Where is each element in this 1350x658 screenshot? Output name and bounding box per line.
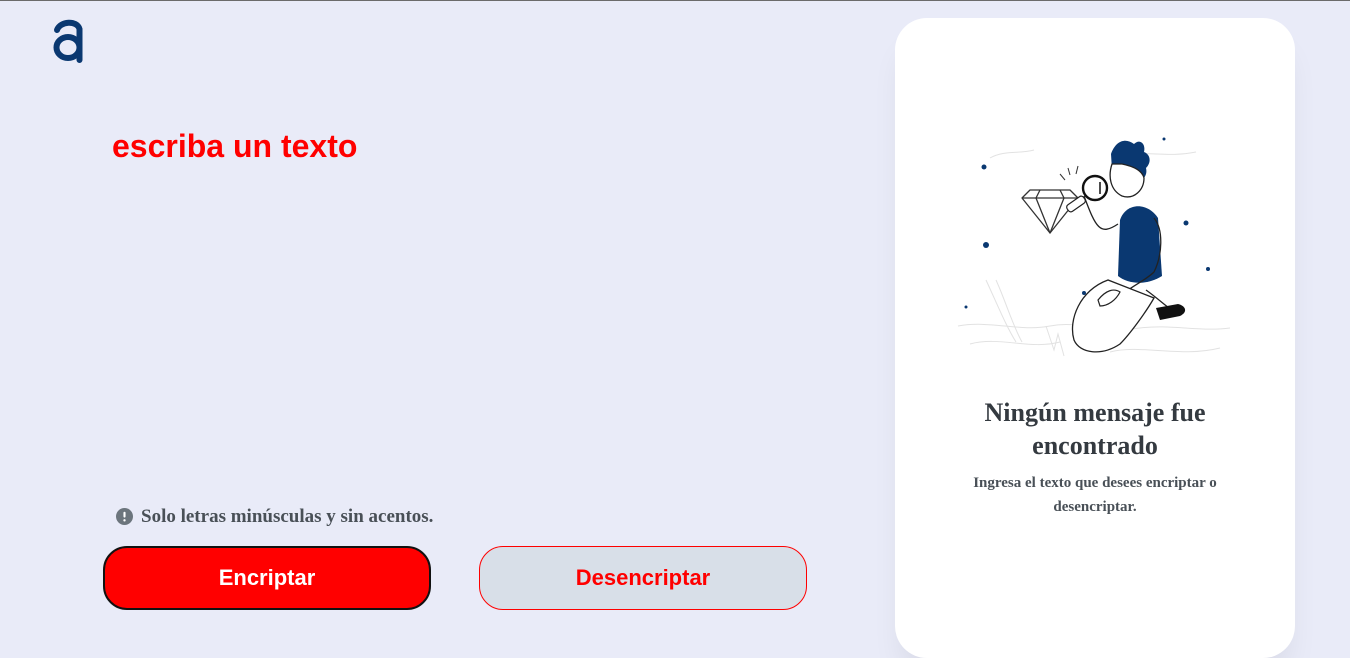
hint-row: Solo letras minúsculas y sin acentos. (116, 504, 433, 528)
output-panel: Ningún mensaje fue encontrado Ingresa el… (895, 18, 1295, 658)
empty-message-title: Ningún mensaje fue encontrado (984, 398, 1206, 460)
empty-message-subtitle: Ingresa el texto que desees encriptar o … (973, 475, 1217, 515)
top-border-line (0, 0, 1350, 1)
text-input[interactable] (112, 124, 812, 484)
exclamation-circle-icon (116, 507, 133, 525)
hint-text: Solo letras minúsculas y sin acentos. (141, 506, 434, 527)
decrypt-button[interactable]: Desencriptar (479, 546, 807, 610)
encrypt-button[interactable]: Encriptar (103, 546, 431, 610)
person-searching-illustration (957, 137, 1231, 357)
alura-logo-icon[interactable] (50, 16, 88, 64)
